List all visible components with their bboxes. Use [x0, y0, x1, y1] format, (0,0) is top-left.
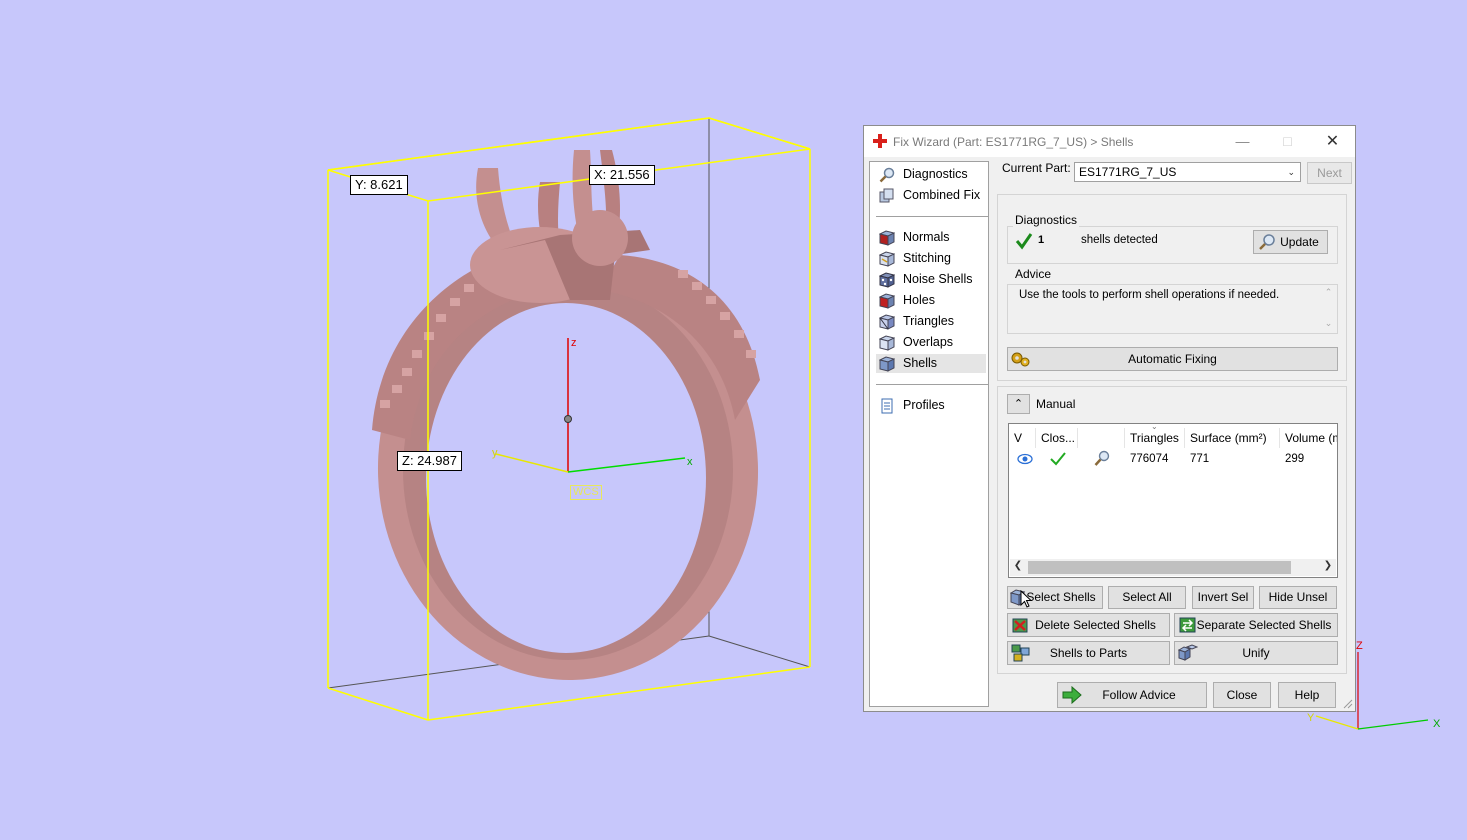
holes-icon: [879, 293, 895, 309]
dialog-titlebar[interactable]: Fix Wizard (Part: ES1771RG_7_US) > Shell…: [864, 126, 1355, 157]
overlaps-icon: [879, 335, 895, 351]
magnifier-icon: [879, 167, 895, 183]
nav-item-stitching[interactable]: Stitching: [876, 249, 986, 268]
checkmark-icon: [1015, 233, 1033, 250]
nav-item-noise-shells[interactable]: Noise Shells: [876, 270, 986, 289]
separate-selected-shells-label: Separate Selected Shells: [1196, 618, 1332, 632]
dimension-x-label: X: 21.556: [589, 165, 655, 185]
red-cross-icon: [873, 134, 887, 148]
cell-triangles: 776074: [1130, 453, 1169, 465]
nav-item-holes[interactable]: Holes: [876, 291, 986, 310]
delete-shells-icon: [1012, 618, 1028, 633]
eye-icon[interactable]: [1017, 453, 1033, 465]
wcs-label: WCS: [570, 485, 602, 500]
separate-shells-icon: [1179, 617, 1196, 633]
green-arrow-icon: [1062, 686, 1082, 704]
advice-group-label: Advice: [1013, 267, 1054, 281]
magnifier-icon[interactable]: [1093, 450, 1111, 468]
gears-icon: [1011, 352, 1030, 367]
automatic-fixing-label: Automatic Fixing: [1128, 352, 1217, 366]
stitching-icon: [879, 251, 895, 267]
nav-item-diagnostics[interactable]: Diagnostics: [876, 165, 986, 184]
fix-wizard-nav: Diagnostics Combined Fix Normals Stitchi…: [869, 161, 989, 707]
advice-text: Use the tools to perform shell operation…: [1019, 289, 1280, 301]
nav-separator: [876, 216, 988, 217]
delete-selected-shells-button[interactable]: Delete Selected Shells: [1007, 613, 1170, 637]
magnifier-icon: [1259, 234, 1275, 250]
delete-selected-shells-label: Delete Selected Shells: [1035, 618, 1156, 632]
fix-wizard-dialog: Fix Wizard (Part: ES1771RG_7_US) > Shell…: [863, 125, 1356, 712]
invert-sel-button[interactable]: Invert Sel: [1192, 586, 1254, 609]
noise-shells-icon: [879, 272, 895, 288]
axis-x-letter: x: [687, 456, 693, 468]
close-button[interactable]: Close: [1213, 682, 1271, 708]
dialog-title: Fix Wizard (Part: ES1771RG_7_US) > Shell…: [893, 135, 1134, 149]
chevron-down-icon: ⌄: [1287, 167, 1295, 177]
unify-button[interactable]: Unify: [1174, 641, 1338, 665]
normals-icon: [879, 230, 895, 246]
diagnostics-status: shells detected: [1081, 234, 1158, 246]
corner-axis-z-letter: Z: [1356, 640, 1363, 652]
advice-scrollbar[interactable]: ⌃ ⌄: [1320, 285, 1337, 333]
double-chevron-up-icon: ⌃: [1013, 398, 1024, 410]
corner-axis-x-letter: X: [1433, 718, 1441, 730]
scroll-up-icon[interactable]: ⌃: [1320, 287, 1337, 298]
nav-item-profiles[interactable]: Profiles: [876, 396, 986, 415]
minimize-button[interactable]: —: [1220, 126, 1265, 157]
axis-y-letter: y: [492, 447, 498, 459]
diagnostics-group-label: Diagnostics: [1013, 213, 1080, 227]
dimension-z-label: Z: 24.987: [397, 451, 462, 471]
manual-label: Manual: [1036, 397, 1076, 411]
nav-item-overlaps[interactable]: Overlaps: [876, 333, 986, 352]
nav-item-shells[interactable]: Shells: [876, 354, 986, 373]
profiles-icon: [881, 398, 893, 414]
collapse-manual-button[interactable]: ⌃: [1007, 394, 1030, 414]
corner-axis-y-letter: Y: [1307, 712, 1315, 724]
unify-label: Unify: [1242, 646, 1270, 660]
nav-item-normals[interactable]: Normals: [876, 228, 986, 247]
automatic-fixing-button[interactable]: Automatic Fixing: [1007, 347, 1338, 371]
table-row[interactable]: 776074 771 299: [1009, 424, 1337, 474]
shells-to-parts-icon: [1011, 644, 1030, 662]
current-part-select[interactable]: ES1771RG_7_US ⌄: [1074, 162, 1301, 182]
nav-separator: [876, 384, 988, 385]
triangles-icon: [879, 314, 895, 330]
maximize-button[interactable]: □: [1265, 126, 1310, 157]
current-part-label: Current Part:: [1002, 161, 1071, 175]
mouse-cursor-icon: [1020, 590, 1032, 608]
close-window-button[interactable]: ✕: [1310, 126, 1355, 157]
shell-count: 1: [1038, 234, 1045, 246]
dimension-y-label: Y: 8.621: [350, 175, 408, 195]
advice-box: Use the tools to perform shell operation…: [1007, 284, 1338, 334]
shells-to-parts-label: Shells to Parts: [1049, 646, 1128, 660]
select-shells-label: Select Shells: [1026, 590, 1096, 604]
checkmark-icon: [1050, 452, 1066, 466]
table-horizontal-scrollbar[interactable]: ❮ ❯: [1010, 559, 1336, 576]
shells-to-parts-button[interactable]: Shells to Parts: [1007, 641, 1170, 665]
follow-advice-label: Follow Advice: [1102, 688, 1176, 702]
scroll-right-icon[interactable]: ❯: [1321, 560, 1335, 571]
update-button[interactable]: Update: [1253, 230, 1328, 254]
update-button-label: Update: [1280, 235, 1319, 249]
hide-unsel-button[interactable]: Hide Unsel: [1259, 586, 1337, 609]
axis-z-letter: z: [571, 337, 577, 349]
shells-table[interactable]: V Clos... Triangles Surface (mm²) Volume…: [1008, 422, 1338, 578]
follow-advice-button[interactable]: Follow Advice: [1057, 682, 1207, 708]
cell-surface: 771: [1190, 453, 1210, 465]
help-button[interactable]: Help: [1278, 682, 1336, 708]
next-button[interactable]: Next: [1307, 162, 1352, 184]
cell-volume: 299: [1285, 453, 1305, 465]
nav-item-combined-fix[interactable]: Combined Fix: [876, 186, 986, 205]
resize-grip-icon[interactable]: [1343, 699, 1353, 709]
scrollbar-thumb[interactable]: [1028, 561, 1291, 574]
select-all-button[interactable]: Select All: [1108, 586, 1186, 609]
nav-item-triangles[interactable]: Triangles: [876, 312, 986, 331]
scroll-down-icon[interactable]: ⌄: [1320, 318, 1337, 329]
separate-selected-shells-button[interactable]: Separate Selected Shells: [1174, 613, 1338, 637]
scroll-left-icon[interactable]: ❮: [1011, 560, 1025, 571]
unify-icon: [1178, 644, 1198, 661]
current-part-value: ES1771RG_7_US: [1079, 165, 1177, 179]
shells-icon: [879, 356, 895, 372]
combined-fix-icon: [879, 188, 894, 203]
